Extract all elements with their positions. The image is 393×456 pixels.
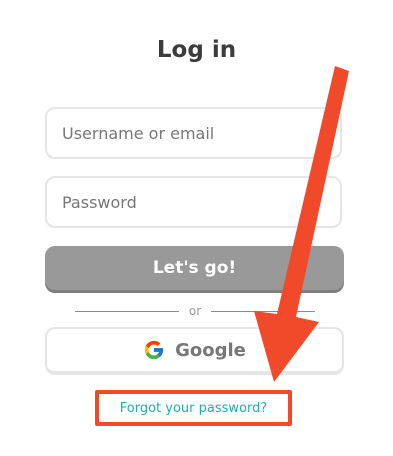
- forgot-password-link[interactable]: Forgot your password?: [120, 401, 268, 416]
- divider-line-left: [75, 310, 179, 312]
- google-g-icon: [144, 340, 164, 360]
- red-arrow-icon: [254, 66, 349, 382]
- divider-line-right: [211, 310, 315, 312]
- password-input[interactable]: [45, 176, 342, 228]
- or-divider: or: [75, 303, 315, 319]
- divider-text: or: [188, 304, 202, 318]
- lets-go-label: Let's go!: [152, 258, 237, 278]
- google-login-button[interactable]: Google: [45, 327, 344, 375]
- username-input[interactable]: [45, 107, 342, 159]
- google-label: Google: [175, 339, 246, 361]
- lets-go-button[interactable]: Let's go!: [45, 246, 344, 290]
- page-title: Log in: [156, 37, 237, 63]
- forgot-password-highlight: Forgot your password?: [95, 390, 292, 426]
